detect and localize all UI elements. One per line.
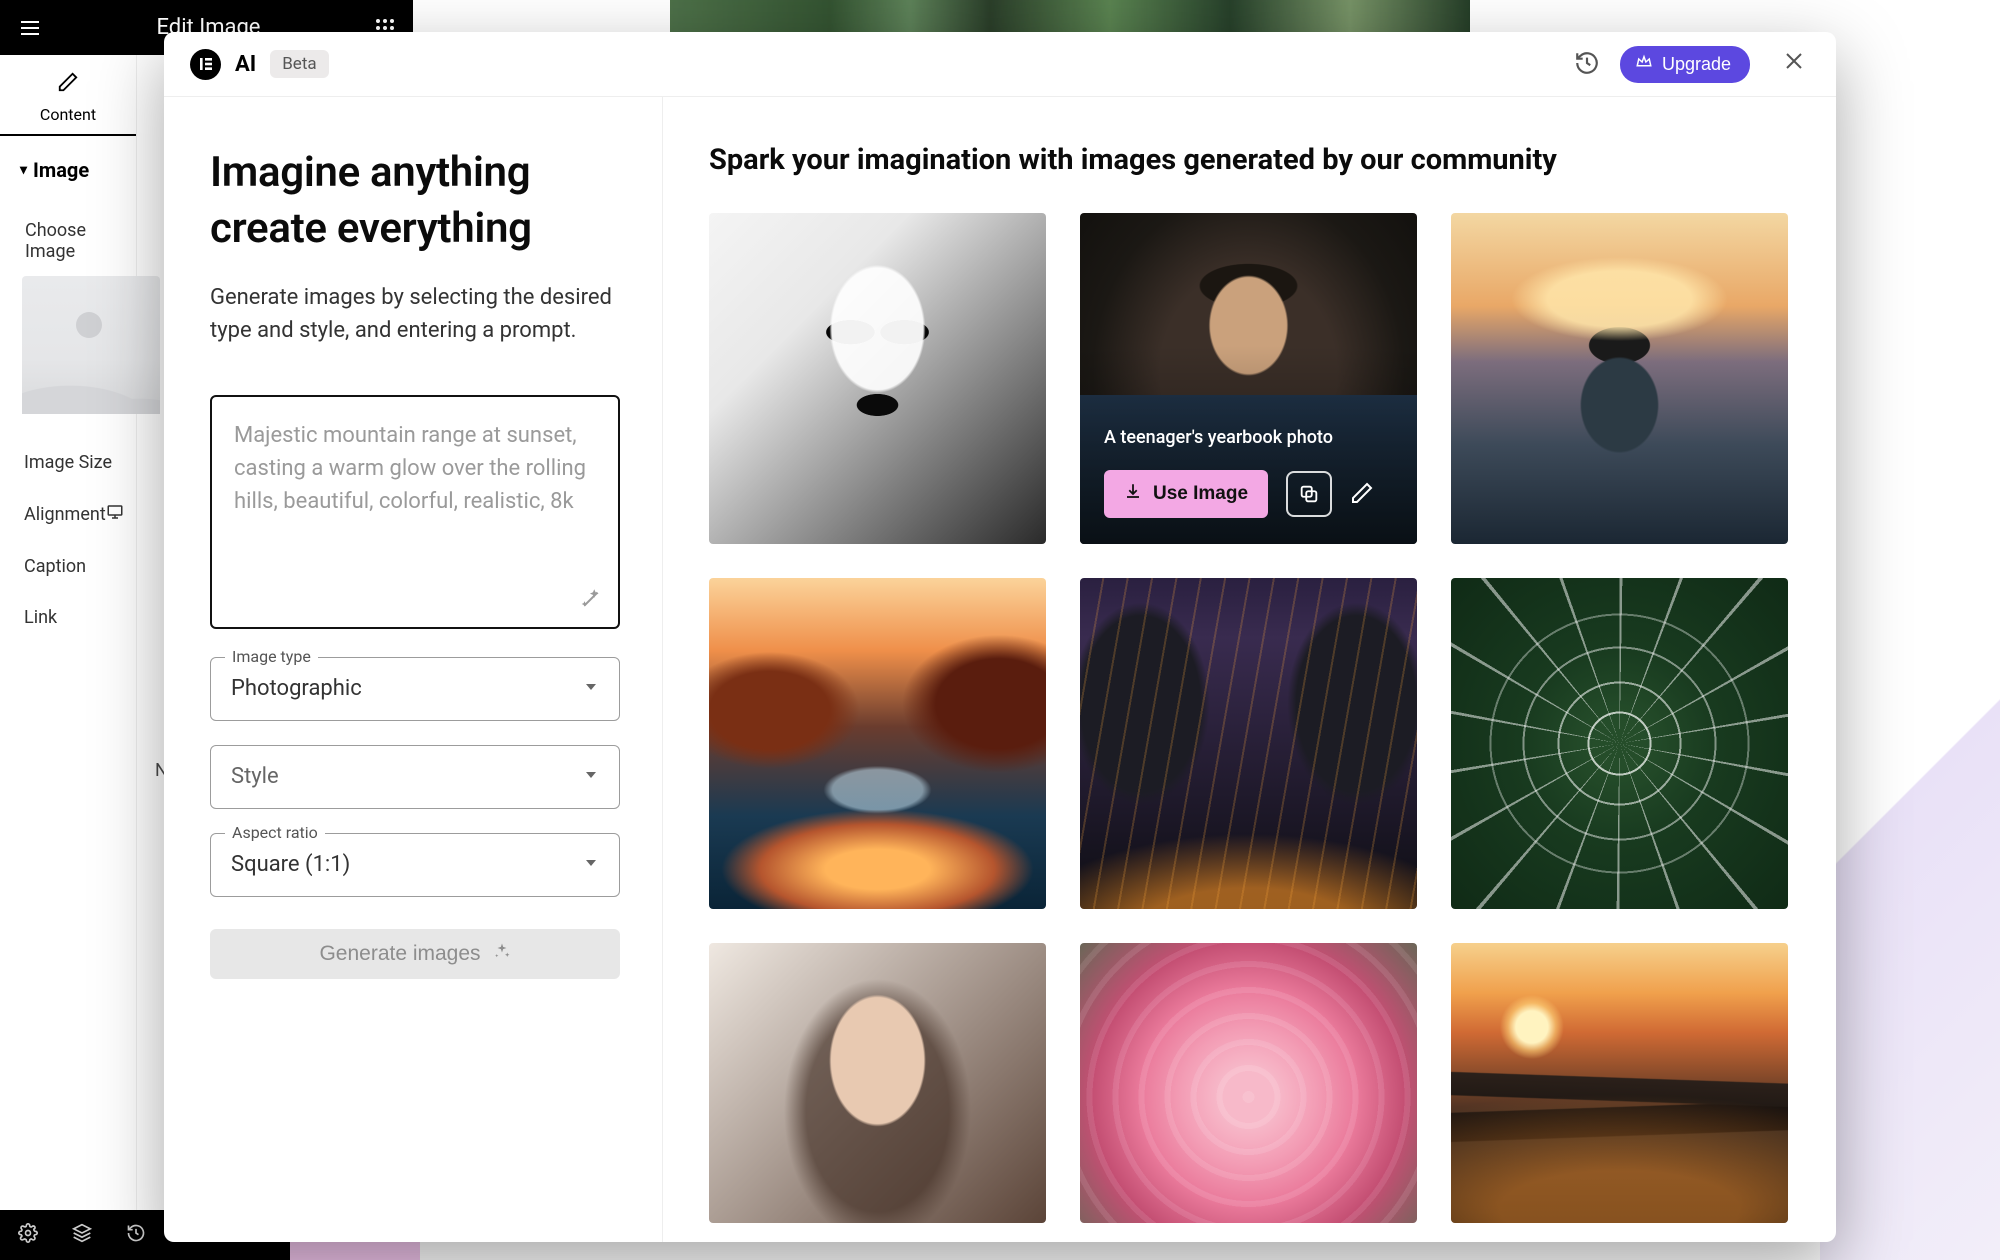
generate-button[interactable]: Generate images [210, 929, 620, 979]
tile-image [709, 213, 1046, 544]
placeholder-sun-icon [76, 312, 102, 338]
tile-actions: Use Image [1104, 470, 1393, 518]
gallery: Spark your imagination with images gener… [663, 97, 1836, 1242]
responsive-icon[interactable] [106, 503, 124, 526]
chevron-down-icon [583, 767, 599, 787]
hero-image-strip [670, 0, 1470, 32]
link-label: Link [24, 607, 57, 628]
ai-modal: AI Beta Upgrade Imagine anything create … [164, 32, 1836, 1242]
tab-content-label: Content [40, 105, 96, 124]
gallery-grid: A teenager's yearbook photo Use Image [709, 213, 1790, 1223]
gallery-tile[interactable] [1451, 213, 1788, 544]
choose-image-label: Choose Image [0, 220, 136, 262]
close-button[interactable] [1764, 43, 1810, 86]
download-icon [1124, 482, 1142, 506]
aspect-value: Square (1:1) [231, 852, 583, 877]
pencil-icon [57, 71, 79, 99]
caret-down-icon: ▾ [20, 162, 27, 178]
alignment-label: Alignment [24, 504, 106, 525]
tab-content[interactable]: Content [0, 55, 136, 136]
beta-badge: Beta [270, 50, 328, 78]
settings-icon[interactable] [18, 1223, 38, 1247]
ai-sidebar: Imagine anything create everything Gener… [164, 97, 663, 1242]
use-image-label: Use Image [1153, 483, 1248, 505]
gallery-tile[interactable] [709, 578, 1046, 909]
sparkle-icon [493, 942, 511, 966]
upgrade-button[interactable]: Upgrade [1620, 46, 1750, 83]
tile-image [1451, 213, 1788, 544]
gallery-tile[interactable] [1451, 578, 1788, 909]
use-image-button[interactable]: Use Image [1104, 470, 1268, 518]
chevron-down-icon [583, 855, 599, 875]
ai-subtitle: Generate images by selecting the desired… [210, 281, 616, 347]
gallery-tile[interactable]: A teenager's yearbook photo Use Image [1080, 213, 1417, 544]
image-type-select[interactable]: Image type Photographic [210, 657, 620, 721]
enhance-prompt-button[interactable] [578, 586, 604, 615]
prompt-input[interactable] [212, 397, 618, 623]
gallery-heading: Spark your imagination with images gener… [709, 143, 1790, 177]
gallery-tile[interactable] [1080, 943, 1417, 1223]
tile-overlay: A teenager's yearbook photo Use Image [1080, 213, 1417, 544]
gallery-tile[interactable] [1080, 578, 1417, 909]
layers-icon[interactable] [72, 1223, 92, 1247]
tile-image [1080, 578, 1417, 909]
gallery-tile[interactable] [709, 943, 1046, 1223]
elementor-logo-icon [190, 49, 221, 80]
gallery-tile[interactable] [709, 213, 1046, 544]
copy-button[interactable] [1286, 471, 1332, 517]
tile-image [1451, 578, 1788, 909]
placeholder-hills-icon [22, 344, 160, 414]
ai-title: Imagine anything create everything [210, 145, 616, 257]
edit-button[interactable] [1350, 481, 1374, 508]
tile-image [1080, 943, 1417, 1223]
caption-label: Caption [24, 556, 86, 577]
ai-label: AI [235, 52, 256, 77]
style-value: Style [231, 764, 583, 789]
prompt-box [210, 395, 620, 629]
section-image-label: Image [33, 158, 89, 182]
upgrade-label: Upgrade [1662, 54, 1731, 75]
image-type-value: Photographic [231, 676, 583, 701]
history-button[interactable] [1568, 44, 1606, 85]
section-image-toggle[interactable]: ▾ Image [0, 136, 136, 196]
history-footer-icon[interactable] [126, 1223, 146, 1247]
menu-icon[interactable] [18, 16, 42, 40]
image-type-label: Image type [225, 647, 318, 666]
generate-label: Generate images [319, 942, 480, 966]
aspect-label: Aspect ratio [225, 823, 325, 842]
field-alignment[interactable]: Alignment [0, 473, 136, 526]
style-select[interactable]: Style [210, 745, 620, 809]
image-size-label: Image Size [24, 452, 112, 473]
tile-image [1451, 943, 1788, 1223]
image-placeholder[interactable] [22, 276, 160, 414]
tile-image [709, 943, 1046, 1223]
tile-caption: A teenager's yearbook photo [1104, 427, 1393, 448]
editor-left-panel: Content ▾ Image Choose Image Image Size … [0, 55, 137, 1210]
modal-header: AI Beta Upgrade [164, 32, 1836, 97]
chevron-down-icon [583, 679, 599, 699]
crown-icon [1635, 53, 1653, 76]
field-link[interactable]: Link [0, 577, 136, 628]
gallery-tile[interactable] [1451, 943, 1788, 1223]
aspect-ratio-select[interactable]: Aspect ratio Square (1:1) [210, 833, 620, 897]
field-caption[interactable]: Caption [0, 526, 136, 577]
tile-image [709, 578, 1046, 909]
field-image-size[interactable]: Image Size [0, 422, 136, 473]
